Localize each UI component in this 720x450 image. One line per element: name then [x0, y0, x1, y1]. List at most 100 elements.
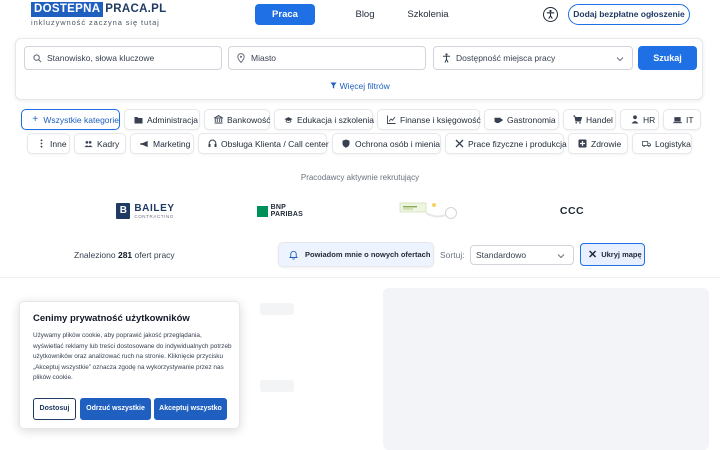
category-label: Ochrona osób i mienia	[354, 138, 440, 149]
nav-item-szkolenia[interactable]: Szkolenia	[398, 4, 458, 25]
employer-third-logo[interactable]	[398, 200, 458, 222]
bailey-sub: CONTRACTING	[134, 213, 174, 219]
category-handel[interactable]: Handel	[563, 109, 616, 130]
category-hr[interactable]: HR	[620, 109, 659, 130]
category-edukacja[interactable]: Edukacja i szkolenia	[274, 109, 375, 130]
main-nav: Praca Blog Szkolenia	[255, 4, 458, 25]
found-suffix: ofert pracy	[134, 250, 175, 260]
employer-bnp-logo[interactable]: BNP PARIBAS	[257, 200, 319, 222]
keywords-placeholder: Stanowisko, słowa kluczowe	[47, 53, 155, 63]
chevron-down-icon	[616, 54, 624, 64]
cookie-customize-button[interactable]: Dostosuj	[33, 398, 76, 420]
person-icon	[630, 115, 639, 124]
hide-map-label: Ukryj mapę	[601, 250, 642, 259]
cart-icon	[573, 115, 582, 124]
listing-placeholder	[260, 303, 294, 315]
people-icon	[84, 139, 93, 148]
nav-item-praca[interactable]: Praca	[255, 4, 315, 25]
category-kadry[interactable]: Kadry	[74, 133, 126, 154]
category-label: Marketing	[153, 138, 191, 149]
logo-tagline: inkluzywność zaczyna się tutaj	[31, 18, 160, 27]
category-label: Administracja	[147, 114, 199, 125]
category-ochrona[interactable]: Ochrona osób i mienia	[332, 133, 441, 154]
sort-select[interactable]: Standardowo	[470, 245, 574, 265]
header: DOSTEPNA PRACA.PL inkluzywność zaczyna s…	[0, 0, 720, 34]
category-label: Edukacja i szkolenia	[297, 114, 375, 125]
accessibility-select[interactable]: Dostępność miejsca pracy	[433, 46, 633, 70]
megaphone-icon	[140, 139, 149, 148]
category-inne[interactable]: Inne	[27, 133, 70, 154]
results-divider	[0, 277, 720, 278]
category-label: Gastronomia	[507, 114, 556, 125]
city-input[interactable]: Miasto	[228, 46, 426, 70]
cookie-reject-button[interactable]: Odrzuć wszystkie	[80, 398, 151, 420]
listing-placeholder	[260, 380, 294, 392]
notify-new-offers-button[interactable]: Powiadom mnie o nowych ofertach	[278, 242, 434, 267]
category-obsluga-klienta[interactable]: Obsługa Klienta / Call center	[198, 133, 329, 154]
bailey-wordmark: BAILEY CONTRACTING	[134, 203, 174, 219]
category-administracja[interactable]: Administracja	[124, 109, 200, 130]
dots-icon	[37, 139, 46, 148]
category-zdrowie[interactable]: Zdrowie	[568, 133, 628, 154]
medical-icon	[578, 139, 587, 148]
laptop-icon	[673, 115, 682, 124]
category-logistyka[interactable]: Logistyka	[632, 133, 692, 154]
category-label: HR	[643, 114, 656, 125]
category-all[interactable]: + Wszystkie kategorie	[21, 109, 120, 130]
shield-icon	[342, 139, 351, 148]
category-finanse[interactable]: Finanse i księgowość	[377, 109, 481, 130]
location-pin-icon	[236, 53, 246, 63]
folder-icon	[134, 115, 143, 124]
category-label: Wszystkie kategorie	[43, 114, 119, 125]
found-prefix: Znaleziono	[74, 250, 116, 260]
category-it[interactable]: IT	[663, 109, 701, 130]
cookie-text: Używamy plików cookie, aby poprawić jako…	[33, 332, 232, 381]
accessibility-select-value: Dostępność miejsca pracy	[456, 53, 556, 63]
bell-icon	[289, 250, 298, 260]
third-employer-graphic	[399, 202, 457, 219]
category-label: Finanse i księgowość	[400, 114, 481, 125]
category-marketing[interactable]: Marketing	[130, 133, 194, 154]
cookie-title: Cenimy prywatność użytkowników	[33, 313, 190, 324]
sort-label: Sortuj:	[440, 250, 465, 260]
employers-title: Pracodawcy aktywnie rekrutujący	[300, 173, 420, 182]
category-label: Prace fizyczne i produkcja	[468, 138, 567, 149]
more-filters-label: Więcej filtrów	[339, 81, 390, 91]
cookie-dialog: Cenimy prywatność użytkowników Używamy p…	[19, 301, 240, 429]
nav-item-blog[interactable]: Blog	[346, 4, 384, 25]
category-label: IT	[686, 114, 694, 125]
bailey-mark: B	[116, 203, 131, 219]
accessibility-person-icon	[441, 53, 451, 63]
search-button[interactable]: Szukaj	[638, 46, 697, 70]
category-label: Kadry	[97, 138, 120, 149]
search-icon	[32, 53, 42, 63]
category-label: Inne	[50, 138, 67, 149]
keywords-input[interactable]: Stanowisko, słowa kluczowe	[24, 46, 222, 70]
bnp-name: BNP PARIBAS	[270, 204, 304, 218]
category-label: Handel	[586, 114, 613, 125]
headset-icon	[208, 139, 217, 148]
category-label: Bankowość	[227, 114, 271, 125]
category-gastronomia[interactable]: Gastronomia	[484, 109, 559, 130]
category-prace-fizyczne[interactable]: Prace fizyczne i produkcja	[445, 133, 567, 154]
bnp-mark	[257, 205, 268, 217]
truck-icon	[642, 139, 651, 148]
accessibility-icon[interactable]	[543, 7, 558, 22]
hide-map-button[interactable]: ✕ Ukryj mapę	[580, 243, 645, 266]
plus-icon: +	[32, 114, 39, 125]
category-bankowosc[interactable]: Bankowość	[204, 109, 270, 130]
city-placeholder: Miasto	[251, 53, 277, 63]
bank-icon	[214, 115, 223, 124]
logo[interactable]: DOSTEPNA PRACA.PL inkluzywność zaczyna s…	[31, 2, 166, 27]
results-count: Znaleziono 281 ofert pracy	[74, 250, 175, 260]
category-label: Obsługa Klienta / Call center	[221, 138, 329, 149]
cookie-accept-button[interactable]: Akceptuj wszystko	[154, 398, 227, 420]
employer-bailey-logo[interactable]: B BAILEY CONTRACTING	[113, 200, 178, 222]
employer-ccc-logo[interactable]: CCC	[556, 200, 588, 222]
add-listing-button[interactable]: Dodaj bezpłatne ogłoszenie	[568, 4, 690, 25]
graduation-cap-icon	[284, 115, 293, 124]
category-label: Zdrowie	[591, 138, 622, 149]
chart-icon	[387, 115, 396, 124]
map-area[interactable]	[383, 288, 709, 450]
more-filters-link[interactable]: Więcej filtrów	[16, 81, 704, 91]
